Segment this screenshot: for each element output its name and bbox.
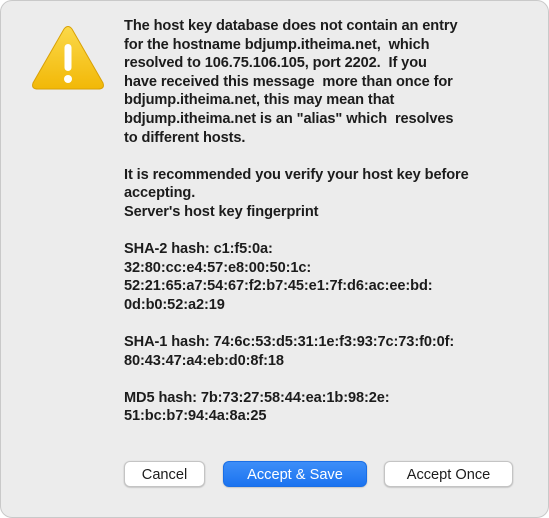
accept-once-button[interactable]: Accept Once — [384, 461, 513, 487]
cancel-button[interactable]: Cancel — [124, 461, 205, 487]
sha1-hash-line: 80:43:47:a4:eb:d0:8f:18 — [124, 352, 284, 369]
accept-and-save-button[interactable]: Accept & Save — [223, 461, 367, 487]
sha2-hash-line: 32:80:cc:e4:57:e8:00:50:1c: — [124, 259, 312, 276]
message-spacer — [124, 147, 534, 166]
message-line: resolved to 106.75.106.105, port 2202. I… — [124, 55, 427, 72]
warning-triangle-icon — [32, 26, 104, 90]
sha1-hash-line: SHA-1 hash: 74:6c:53:d5:31:1e:f3:93:7c:7… — [124, 334, 455, 351]
message-spacer — [124, 315, 534, 334]
fingerprint-heading: Server's host key fingerprint — [124, 203, 319, 220]
md5-hash-line: MD5 hash: 7b:73:27:58:44:ea:1b:98:2e: — [124, 389, 390, 406]
message-line: for the hostname bdjump.itheima.net, whi… — [124, 36, 430, 53]
message-spacer — [124, 222, 534, 241]
message-line: have received this message more than onc… — [124, 73, 453, 90]
message-line: accepting. — [124, 185, 196, 202]
message-line: The host key database does not contain a… — [124, 18, 458, 34]
sha2-hash-line: 52:21:65:a7:54:67:f2:b7:45:e1:7f:d6:ac:e… — [124, 278, 433, 295]
message-spacer — [124, 370, 534, 389]
message-line: bdjump.itheima.net is an "alias" which r… — [124, 110, 454, 127]
dialog-message: The host key database does not contain a… — [124, 17, 534, 426]
sha2-hash-line: 0d:b0:52:a2:19 — [124, 296, 225, 313]
host-key-dialog: The host key database does not contain a… — [0, 0, 549, 518]
md5-hash-line: 51:bc:b7:94:4a:8a:25 — [124, 408, 267, 425]
message-line: It is recommended you verify your host k… — [124, 166, 469, 183]
message-line: bdjump.itheima.net, this may mean that — [124, 92, 395, 109]
sha2-hash-line: SHA-2 hash: c1:f5:0a: — [124, 241, 273, 258]
message-line: to different hosts. — [124, 129, 246, 146]
